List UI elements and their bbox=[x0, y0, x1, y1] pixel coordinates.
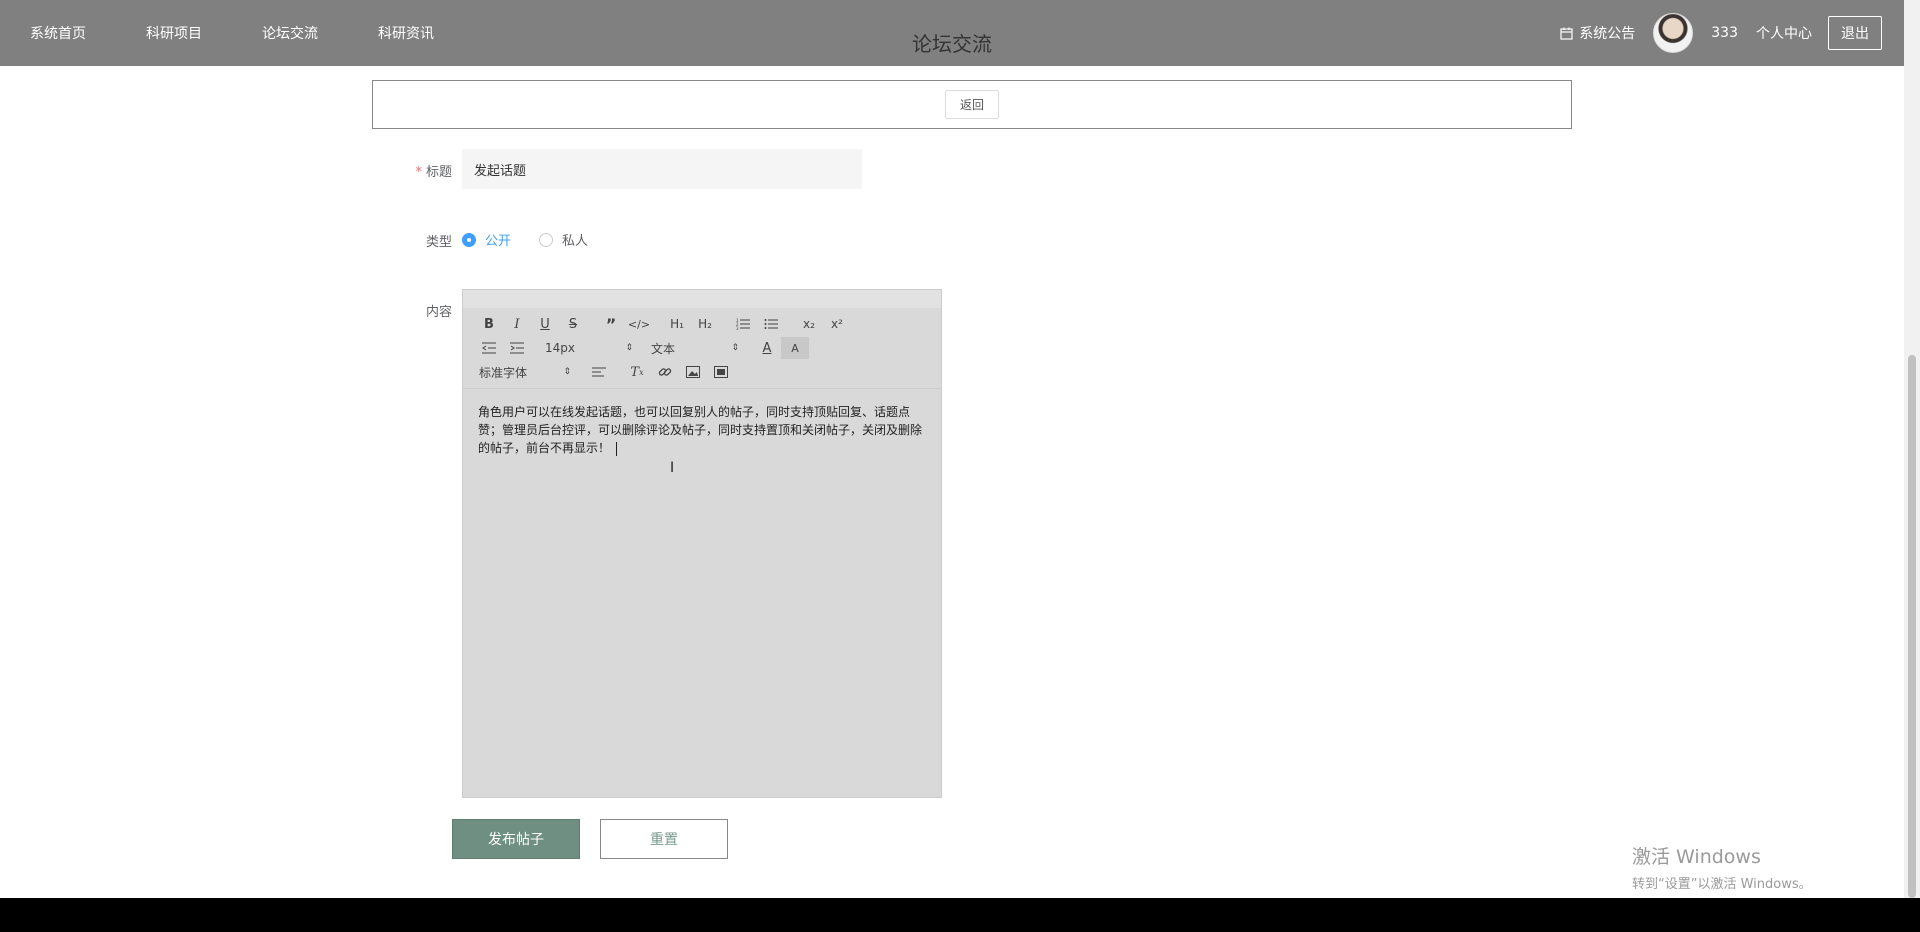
content-label: 内容 bbox=[425, 305, 452, 320]
italic-icon[interactable]: I bbox=[503, 313, 531, 335]
type-label: 类型 bbox=[425, 235, 452, 250]
nav-item-forum[interactable]: 论坛交流 bbox=[262, 23, 318, 43]
link-icon[interactable] bbox=[651, 361, 679, 383]
select-arrows-icon: ⇕ bbox=[625, 343, 633, 353]
editor-top-strip bbox=[463, 290, 941, 308]
type-radio-private[interactable]: 私人 bbox=[539, 230, 588, 249]
type-option-public: 公开 bbox=[485, 234, 512, 249]
reset-button[interactable]: 重置 bbox=[600, 819, 728, 859]
ordered-list-icon[interactable]: 123 bbox=[729, 313, 757, 335]
background-color-icon[interactable]: A bbox=[781, 337, 809, 359]
scrollbar-thumb[interactable] bbox=[1908, 355, 1916, 898]
heading-2-icon[interactable]: H₂ bbox=[691, 313, 719, 335]
rich-text-editor: B I U S ” </> H₁ H₂ 123 x₂ x² 14px ⇕ 文本 … bbox=[462, 289, 942, 798]
font-size-select[interactable]: 14px ⇕ bbox=[541, 341, 637, 355]
image-icon[interactable] bbox=[679, 361, 707, 383]
calendar-icon bbox=[1560, 27, 1573, 40]
header-right: 系统公告 333 个人中心 退出 bbox=[1560, 0, 1882, 66]
page-scrollbar[interactable] bbox=[1904, 0, 1920, 898]
logout-button[interactable]: 退出 bbox=[1828, 16, 1882, 50]
title-label-wrap: * 标题 bbox=[372, 161, 452, 180]
radio-unchecked-icon bbox=[539, 232, 554, 247]
text-caret bbox=[616, 441, 618, 456]
select-arrows-icon: ⇕ bbox=[563, 367, 571, 377]
user-center-link[interactable]: 个人中心 bbox=[1756, 23, 1812, 43]
toolbar-row-3: 标准字体 ⇕ Tx bbox=[475, 360, 929, 384]
header-select[interactable]: 文本 ⇕ bbox=[647, 340, 743, 357]
heading-1-icon[interactable]: H₁ bbox=[663, 313, 691, 335]
nav-item-news[interactable]: 科研资讯 bbox=[378, 23, 434, 43]
strikethrough-icon[interactable]: S bbox=[559, 313, 587, 335]
system-notice-link[interactable]: 系统公告 bbox=[1560, 23, 1635, 43]
blockquote-icon[interactable]: ” bbox=[597, 313, 625, 335]
top-header: 系统首页 科研项目 论坛交流 科研资讯 论坛交流 系统公告 333 个人中心 退… bbox=[0, 0, 1904, 66]
radio-checked-icon bbox=[462, 232, 476, 247]
select-arrows-icon: ⇕ bbox=[731, 343, 739, 353]
clear-format-icon[interactable]: Tx bbox=[623, 361, 651, 383]
font-family-value: 标准字体 bbox=[479, 365, 528, 380]
toolbar-row-2: 14px ⇕ 文本 ⇕ A A bbox=[475, 336, 929, 360]
editor-content: 角色用户可以在线发起话题，也可以回复别人的帖子，同时支持顶贴回复、话题点赞；管理… bbox=[478, 405, 923, 455]
header-select-value: 文本 bbox=[651, 341, 676, 356]
align-icon[interactable] bbox=[585, 361, 613, 383]
editor-toolbar: B I U S ” </> H₁ H₂ 123 x₂ x² 14px ⇕ 文本 … bbox=[463, 308, 941, 389]
bold-icon[interactable]: B bbox=[475, 313, 503, 335]
font-color-icon[interactable]: A bbox=[753, 337, 781, 359]
type-radio-group: 公开 私人 bbox=[462, 230, 616, 249]
nav-item-home[interactable]: 系统首页 bbox=[30, 23, 86, 43]
font-size-value: 14px bbox=[545, 341, 575, 355]
back-bar: 返回 bbox=[372, 80, 1572, 129]
video-icon[interactable] bbox=[707, 361, 735, 383]
superscript-icon[interactable]: x² bbox=[823, 313, 851, 335]
windows-activation-watermark: 激活 Windows 转到“设置”以激活 Windows。 bbox=[1632, 842, 1812, 892]
subscript-icon[interactable]: x₂ bbox=[795, 313, 823, 335]
indent-icon[interactable] bbox=[503, 337, 531, 359]
underline-icon[interactable]: U bbox=[531, 313, 559, 335]
editor-content-area[interactable]: 角色用户可以在线发起话题，也可以回复别人的帖子，同时支持顶贴回复、话题点赞；管理… bbox=[463, 389, 941, 471]
text-cursor-icon: I bbox=[670, 460, 675, 476]
svg-text:3: 3 bbox=[736, 326, 739, 330]
publish-post-button[interactable]: 发布帖子 bbox=[452, 819, 580, 859]
username: 333 bbox=[1711, 25, 1738, 41]
required-mark: * bbox=[415, 165, 422, 180]
code-block-icon[interactable]: </> bbox=[625, 313, 653, 335]
font-family-select[interactable]: 标准字体 ⇕ bbox=[475, 364, 575, 381]
page: 系统首页 科研项目 论坛交流 科研资讯 论坛交流 系统公告 333 个人中心 退… bbox=[0, 0, 1904, 898]
title-input[interactable] bbox=[462, 149, 862, 189]
main-nav: 系统首页 科研项目 论坛交流 科研资讯 bbox=[0, 0, 464, 66]
watermark-title: 激活 Windows bbox=[1632, 846, 1761, 868]
system-notice-label: 系统公告 bbox=[1579, 26, 1636, 42]
title-label: 标题 bbox=[425, 165, 452, 180]
bullet-list-icon[interactable] bbox=[757, 313, 785, 335]
back-button[interactable]: 返回 bbox=[944, 90, 999, 119]
outdent-icon[interactable] bbox=[475, 337, 503, 359]
toolbar-row-1: B I U S ” </> H₁ H₂ 123 x₂ x² bbox=[475, 312, 929, 336]
type-option-private: 私人 bbox=[562, 234, 589, 249]
avatar[interactable] bbox=[1653, 13, 1694, 53]
nav-item-projects[interactable]: 科研项目 bbox=[146, 23, 202, 43]
type-radio-public[interactable]: 公开 bbox=[462, 230, 511, 249]
watermark-subtitle: 转到“设置”以激活 Windows。 bbox=[1632, 877, 1812, 892]
